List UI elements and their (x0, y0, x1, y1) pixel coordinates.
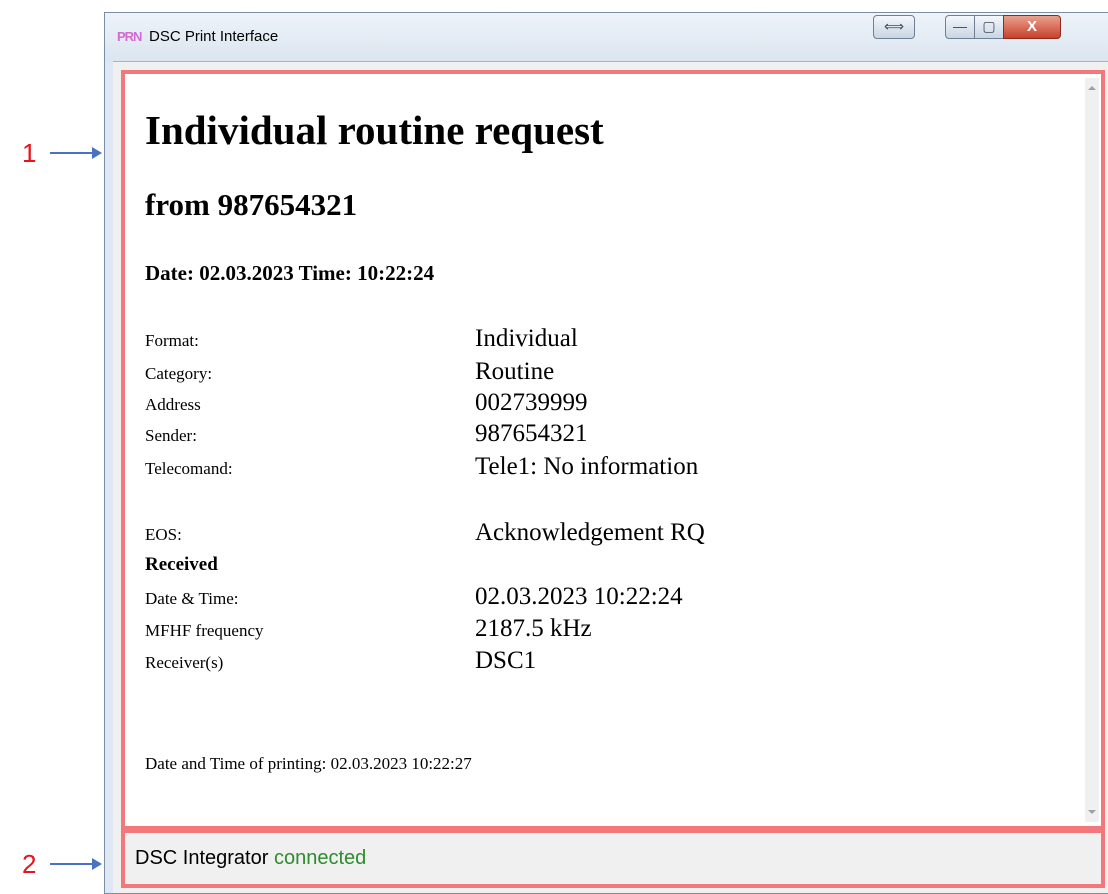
status-bar: DSC Integrator connected (121, 830, 1105, 888)
print-preview-panel: Individual routine request from 98765432… (121, 70, 1105, 830)
field-received-datetime: Date & Time: 02.03.2023 10:22:24 (145, 581, 1045, 611)
print-timestamp: Date and Time of printing: 02.03.2023 10… (145, 754, 472, 773)
field-label: Address (145, 395, 201, 414)
app-icon: PRN (117, 29, 142, 44)
field-label: Receiver(s) (145, 653, 224, 672)
field-value: 2187.5 kHz (475, 615, 592, 642)
field-format: Format: Individual (145, 323, 1045, 353)
scroll-down-icon[interactable] (1088, 810, 1096, 814)
field-value: 987654321 (475, 420, 588, 447)
client-area: Individual routine request from 98765432… (113, 61, 1108, 893)
field-label: MFHF frequency (145, 621, 264, 640)
field-label: Format: (145, 331, 199, 350)
field-sender: Sender: 987654321 (145, 418, 1045, 448)
field-telecommand: Telecomand: Tele1: No information (145, 451, 1045, 481)
vertical-scrollbar[interactable] (1085, 78, 1099, 822)
field-value: Tele1: No information (475, 453, 699, 480)
status-text: DSC Integrator connected (135, 847, 366, 870)
title-bar[interactable]: PRN DSC Print Interface ⟺ — ▢ X (105, 13, 1108, 61)
received-heading: Received (145, 554, 218, 575)
callout-number: 1 (22, 138, 37, 168)
message-from: from 987654321 (145, 187, 358, 222)
field-value: 02.03.2023 10:22:24 (475, 583, 683, 610)
close-button[interactable]: X (1003, 15, 1061, 39)
field-frequency: MFHF frequency 2187.5 kHz (145, 613, 1045, 643)
connection-status: connected (273, 847, 367, 869)
field-value: DSC1 (475, 647, 537, 674)
callout-number: 2 (22, 849, 37, 879)
field-category: Category: Routine (145, 356, 1045, 386)
field-value: 002739999 (475, 389, 588, 416)
field-label: Date & Time: (145, 589, 239, 608)
field-value: Individual (475, 325, 578, 352)
dsc-print-window: PRN DSC Print Interface ⟺ — ▢ X Individu… (104, 12, 1108, 894)
maximize-button[interactable]: ▢ (974, 15, 1004, 39)
window-title: DSC Print Interface (149, 28, 279, 45)
field-label: EOS: (145, 525, 182, 544)
field-receivers: Receiver(s) DSC1 (145, 645, 1045, 675)
minimize-button[interactable]: — (945, 15, 975, 39)
callout-1: 1 (0, 138, 110, 168)
arrow-right-icon (50, 147, 102, 159)
message-heading: Individual routine request (145, 107, 604, 153)
scroll-up-icon[interactable] (1088, 86, 1096, 90)
field-value: Acknowledgement RQ (475, 519, 705, 546)
field-address: Address 002739999 (145, 387, 1045, 417)
callout-2: 2 (0, 849, 110, 879)
field-label: Telecomand: (145, 459, 233, 478)
arrow-right-icon (50, 858, 102, 870)
resize-button[interactable]: ⟺ (873, 15, 915, 39)
message-datetime: Date: 02.03.2023 Time: 10:22:24 (145, 261, 435, 285)
status-label: DSC Integrator (135, 847, 269, 869)
field-label: Category: (145, 364, 213, 383)
field-value: Routine (475, 358, 555, 385)
field-eos: EOS: Acknowledgement RQ (145, 517, 1045, 547)
field-label: Sender: (145, 426, 197, 445)
